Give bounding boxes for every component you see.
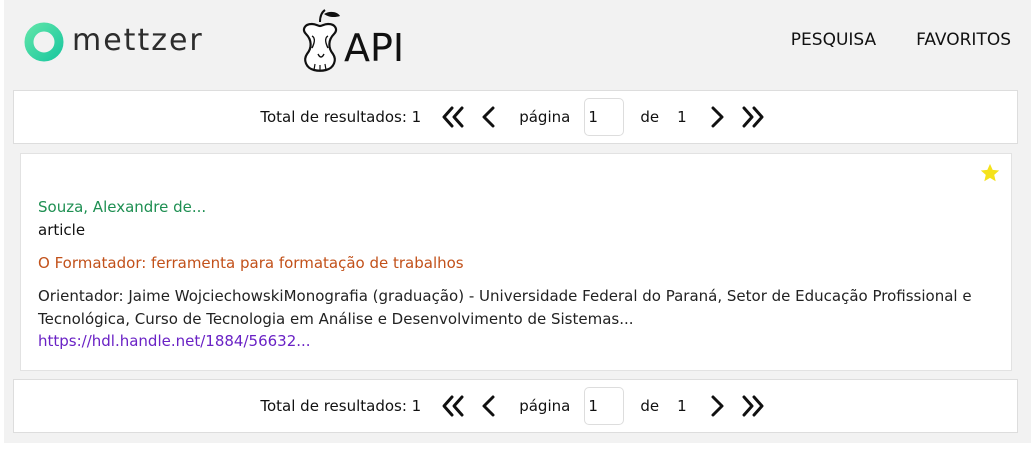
result-link[interactable]: https://hdl.handle.net/1884/56632... xyxy=(38,332,311,350)
chevron-right-icon xyxy=(711,395,724,417)
page-label: página xyxy=(519,108,571,126)
nav-pesquisa[interactable]: PESQUISA xyxy=(791,30,876,50)
mettzer-brand[interactable]: mettzer xyxy=(24,22,204,62)
chevron-right-icon xyxy=(711,106,724,128)
last-page-button[interactable] xyxy=(735,99,771,135)
total-results: Total de resultados: 1 xyxy=(260,397,422,415)
double-chevron-right-icon xyxy=(742,106,764,128)
total-results: Total de resultados: 1 xyxy=(260,108,422,126)
result-type: article xyxy=(38,221,86,239)
pagination-bottom: Total de resultados: 1 página de 1 xyxy=(13,379,1018,433)
of-label: de xyxy=(640,397,660,415)
brand-name: mettzer xyxy=(72,22,204,58)
chevron-left-icon xyxy=(482,106,495,128)
api-logo: API xyxy=(298,8,404,74)
result-title[interactable]: O Formatador: ferramenta para formatação… xyxy=(38,254,464,272)
page-number-input[interactable] xyxy=(584,98,625,136)
first-page-button[interactable] xyxy=(435,99,471,135)
chevron-left-icon xyxy=(482,395,495,417)
app-root: mettzer API PESQUISA FAVORITOS Total de … xyxy=(4,0,1031,443)
total-pages: 1 xyxy=(677,397,687,415)
star-icon[interactable] xyxy=(979,162,1001,184)
double-chevron-right-icon xyxy=(742,395,764,417)
prev-page-button[interactable] xyxy=(471,99,507,135)
page-label: página xyxy=(519,397,571,415)
result-author[interactable]: Souza, Alexandre de... xyxy=(38,198,206,216)
page-number-input[interactable] xyxy=(584,387,625,425)
header: mettzer API PESQUISA FAVORITOS xyxy=(4,0,1031,86)
result-description: Orientador: Jaime WojciechowskiMonografi… xyxy=(38,287,972,328)
next-page-button[interactable] xyxy=(699,388,735,424)
pagination-top: Total de resultados: 1 página de 1 xyxy=(13,90,1018,144)
mettzer-logo-icon xyxy=(24,22,64,62)
next-page-button[interactable] xyxy=(699,99,735,135)
api-title: API xyxy=(344,26,405,70)
apple-core-icon xyxy=(302,9,340,72)
of-label: de xyxy=(640,108,660,126)
first-page-button[interactable] xyxy=(435,388,471,424)
nav-favoritos[interactable]: FAVORITOS xyxy=(916,30,1011,50)
result-card: Souza, Alexandre de... article O Formata… xyxy=(20,153,1012,371)
top-nav: PESQUISA FAVORITOS xyxy=(791,30,1011,50)
total-pages: 1 xyxy=(677,108,687,126)
prev-page-button[interactable] xyxy=(471,388,507,424)
double-chevron-left-icon xyxy=(442,106,464,128)
double-chevron-left-icon xyxy=(442,395,464,417)
last-page-button[interactable] xyxy=(735,388,771,424)
